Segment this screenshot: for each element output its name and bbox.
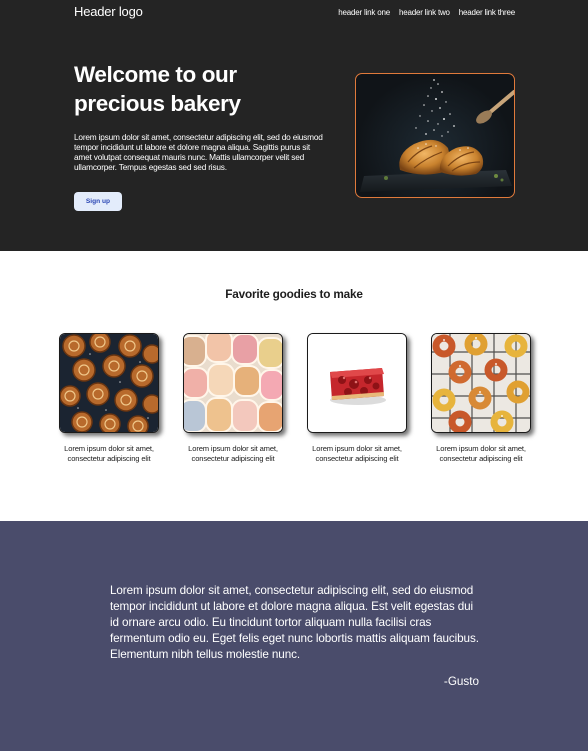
goodie-caption: Lorem ipsum dolor sit amet, consectetur … [312, 444, 402, 463]
cinnamon-rolls-image [59, 333, 159, 433]
quote-section: Lorem ipsum dolor sit amet, consectetur … [0, 521, 588, 751]
strawberry-cake-image [307, 333, 407, 433]
macarons-image [183, 333, 283, 433]
goodie-card-strawberry-cake[interactable]: Lorem ipsum dolor sit amet, consectetur … [307, 333, 407, 463]
croissants-illustration [360, 79, 514, 192]
goodie-caption: Lorem ipsum dolor sit amet, consectetur … [436, 444, 526, 463]
quote-text: Lorem ipsum dolor sit amet, consectetur … [110, 584, 479, 661]
hero-title: Welcome to our precious bakery [74, 62, 241, 116]
header-link-one[interactable]: header link one [338, 8, 390, 17]
hero-image-croissants [355, 73, 515, 198]
header-link-three[interactable]: header link three [459, 8, 515, 17]
header-logo[interactable]: Header logo [74, 5, 143, 19]
header-link-two[interactable]: header link two [399, 8, 450, 17]
header-nav: header link one header link two header l… [338, 8, 515, 17]
donuts-image [431, 333, 531, 433]
quote-author: -Gusto [443, 675, 479, 688]
goodie-caption: Lorem ipsum dolor sit amet, consectetur … [188, 444, 278, 463]
goodie-card-macarons[interactable]: Lorem ipsum dolor sit amet, consectetur … [183, 333, 283, 463]
goodies-title: Favorite goodies to make [225, 287, 363, 301]
goodie-card-donuts[interactable]: Lorem ipsum dolor sit amet, consectetur … [431, 333, 531, 463]
hero-section: Header logo header link one header link … [0, 0, 588, 251]
goodie-card-cinnamon-rolls[interactable]: Lorem ipsum dolor sit amet, consectetur … [59, 333, 159, 463]
hero-text: Lorem ipsum dolor sit amet, consectetur … [74, 132, 323, 172]
goodie-caption: Lorem ipsum dolor sit amet, consectetur … [64, 444, 154, 463]
sign-up-button[interactable]: Sign up [74, 192, 122, 211]
goodies-section: Favorite goodies to make Lorem ipsum dol… [0, 251, 588, 521]
